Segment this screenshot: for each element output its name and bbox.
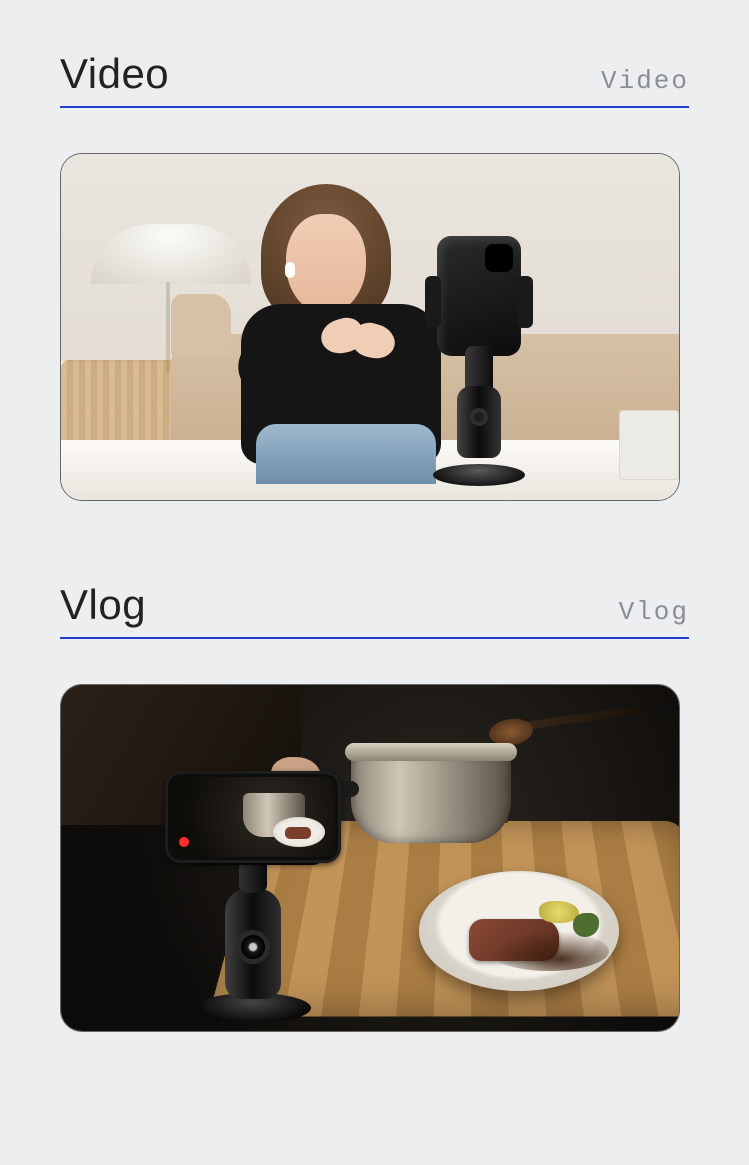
section-subtitle: Video <box>601 66 689 96</box>
section-header: Video Video <box>60 50 689 108</box>
phone-icon <box>165 771 341 863</box>
section-video: Video Video <box>60 50 689 501</box>
clamp-left <box>425 276 441 328</box>
pot-body <box>351 751 511 843</box>
phone-screen <box>171 777 335 857</box>
scene-video-call <box>61 154 679 500</box>
gimbal-body <box>457 386 501 458</box>
section-header: Vlog Vlog <box>60 581 689 639</box>
section-title: Vlog <box>60 581 146 629</box>
section-subtitle: Vlog <box>619 597 689 627</box>
box <box>619 410 679 480</box>
gimbal-base <box>433 464 525 486</box>
phone-icon <box>437 236 521 356</box>
clamp-right <box>517 276 533 328</box>
face <box>286 214 366 314</box>
screen-steak <box>285 827 311 839</box>
section-title: Video <box>60 50 169 98</box>
jeans <box>256 424 436 484</box>
pot <box>351 737 511 847</box>
video-image <box>60 153 680 501</box>
lamp-stem <box>166 282 170 372</box>
earbud-icon <box>285 262 295 278</box>
camera-eye-icon <box>241 935 265 959</box>
section-vlog: Vlog Vlog <box>60 581 689 1032</box>
scene-cooking-vlog <box>61 685 679 1031</box>
record-icon <box>179 837 189 847</box>
sauce <box>489 931 609 971</box>
vlog-image <box>60 684 680 1032</box>
gimbal-device <box>151 723 351 1023</box>
gimbal-device <box>419 236 539 486</box>
pot-rim <box>345 743 517 761</box>
